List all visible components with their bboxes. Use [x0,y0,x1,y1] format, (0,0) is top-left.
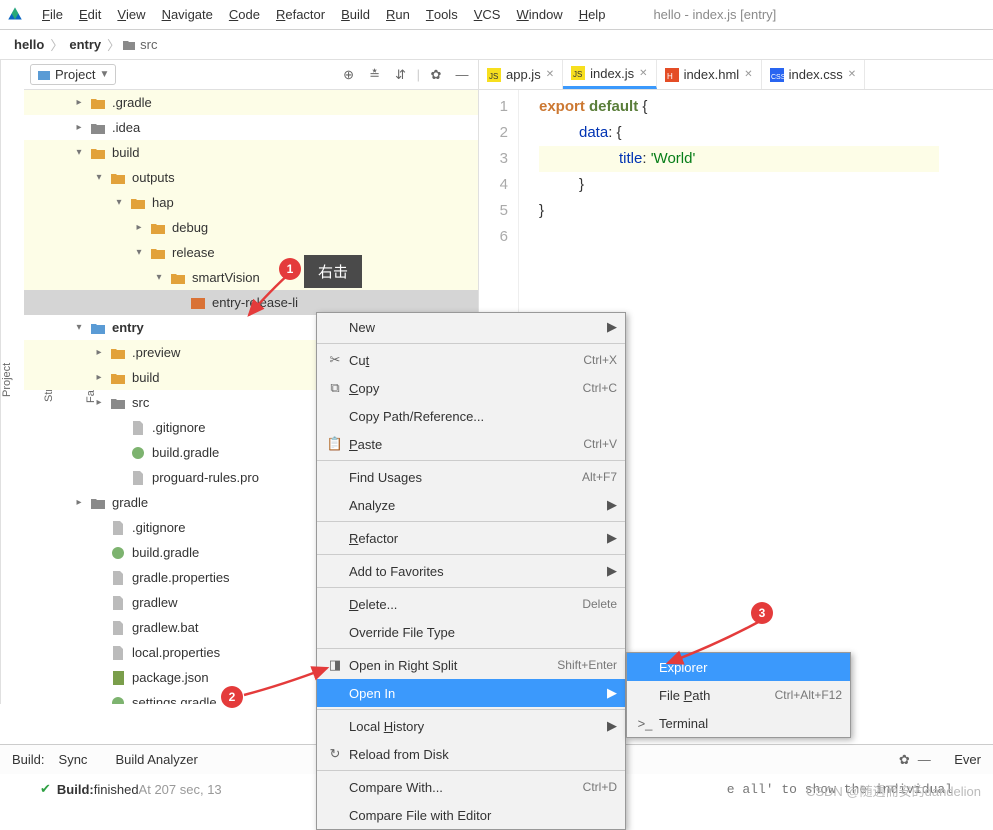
menu-view[interactable]: View [109,0,153,29]
context-menu[interactable]: New▶ ✂CutCtrl+X⧉CopyCtrl+CCopy Path/Refer… [316,312,626,830]
check-icon: ✔ [40,781,51,797]
menu-tools[interactable]: Tools [418,0,466,29]
menu-help[interactable]: Help [571,0,614,29]
close-icon[interactable]: ✕ [639,68,647,79]
locate-icon[interactable]: ⊕ [339,65,359,85]
tree-row[interactable]: ▾release [24,240,478,265]
build-minimize-icon[interactable]: — [914,750,934,770]
tree-row[interactable]: ▸debug [24,215,478,240]
breadcrumb: hello 〉 entry 〉 src [0,30,993,60]
build-extra: Ever [954,752,981,767]
menu-item[interactable]: Compare With...Ctrl+D [317,773,625,801]
sidestrip-project[interactable]: Project [1,355,13,405]
tree-row[interactable]: ▾hap [24,190,478,215]
svg-text:CSS: CSS [771,74,784,81]
crumb-project[interactable]: hello [10,37,48,52]
project-view-selector[interactable]: Project ▼ [30,64,116,85]
menu-file[interactable]: File [34,0,71,29]
app-logo-icon [6,6,24,24]
build-settings-icon[interactable]: ✿ [894,750,914,770]
submenu-open-in[interactable]: ExplorerFile PathCtrl+Alt+F12>_Terminal [626,652,851,738]
minimize-icon[interactable]: — [452,65,472,85]
close-icon[interactable]: ✕ [744,69,752,80]
tab-app.js[interactable]: JSapp.js✕ [479,60,563,89]
menubar: FileEditViewNavigateCodeRefactorBuildRun… [0,0,993,30]
svg-text:JS: JS [489,72,498,81]
settings-icon[interactable]: ✿ [426,65,446,85]
tree-row[interactable]: ▾smartVision [24,265,478,290]
menu-code[interactable]: Code [221,0,268,29]
window-title: hello - index.js [entry] [653,7,776,22]
tree-row[interactable]: ▸.idea [24,115,478,140]
status-build: Build: [57,782,94,797]
menu-item[interactable]: Copy Path/Reference... [317,402,625,430]
menu-item[interactable]: ↻Reload from Disk [317,740,625,768]
close-icon[interactable]: ✕ [848,69,856,80]
crumb-module[interactable]: entry [65,37,105,52]
menu-item[interactable]: Override File Type [317,618,625,646]
menu-edit[interactable]: Edit [71,0,109,29]
menu-item[interactable]: Refactor▶ [317,524,625,552]
menu-build[interactable]: Build [333,0,378,29]
left-sidestrip: Project Structure Favorites [0,60,24,704]
build-sync[interactable]: Sync [45,752,102,767]
build-analyzer[interactable]: Build Analyzer [101,752,211,767]
annotation-badge-3: 3 [751,602,773,624]
expand-icon[interactable]: ≛ [365,65,385,85]
menu-item[interactable]: File PathCtrl+Alt+F12 [627,681,850,709]
menu-refactor[interactable]: Refactor [268,0,333,29]
close-icon[interactable]: ✕ [546,69,554,80]
menu-item[interactable]: Add to Favorites▶ [317,557,625,585]
annotation-tooltip: 右击 [304,255,362,288]
annotation-badge-1: 1 [279,258,301,280]
folder-icon [122,38,136,52]
menu-item[interactable]: ◨Open in Right SplitShift+Enter [317,651,625,679]
menu-item[interactable]: ✂CutCtrl+X [317,346,625,374]
build-label: Build: [12,752,45,767]
menu-item[interactable]: Open In▶ [317,679,625,707]
collapse-icon[interactable]: ⇵ [391,65,411,85]
menu-run[interactable]: Run [378,0,418,29]
tab-index.css[interactable]: CSSindex.css✕ [762,60,866,89]
menu-vcs[interactable]: VCS [466,0,509,29]
svg-text:H: H [667,72,673,81]
menu-item[interactable]: Compare File with Editor [317,801,625,829]
menu-item[interactable]: >_Terminal [627,709,850,737]
tab-index.hml[interactable]: Hindex.hml✕ [657,60,762,89]
menu-navigate[interactable]: Navigate [154,0,221,29]
menu-item[interactable]: Analyze▶ [317,491,625,519]
menu-item[interactable]: Delete...Delete [317,590,625,618]
menu-item[interactable]: Explorer [627,653,850,681]
tab-index.js[interactable]: JSindex.js✕ [563,60,656,89]
menu-item[interactable]: Local History▶ [317,712,625,740]
crumb-folder[interactable]: src [136,37,161,52]
menu-window[interactable]: Window [508,0,570,29]
svg-text:JS: JS [573,70,582,79]
menu-item[interactable]: ⧉CopyCtrl+C [317,374,625,402]
menu-item[interactable]: New▶ [317,313,625,341]
tree-row[interactable]: ▸.gradle [24,90,478,115]
annotation-badge-2: 2 [221,686,243,708]
watermark: CSDN @随遇而安的dandelion [806,781,981,800]
menu-item[interactable]: 📋PasteCtrl+V [317,430,625,458]
tree-row[interactable]: ▾build [24,140,478,165]
tree-row[interactable]: ▾outputs [24,165,478,190]
menu-item[interactable]: Find UsagesAlt+F7 [317,463,625,491]
editor-tabs: JSapp.js✕JSindex.js✕Hindex.hml✕CSSindex.… [479,60,993,90]
